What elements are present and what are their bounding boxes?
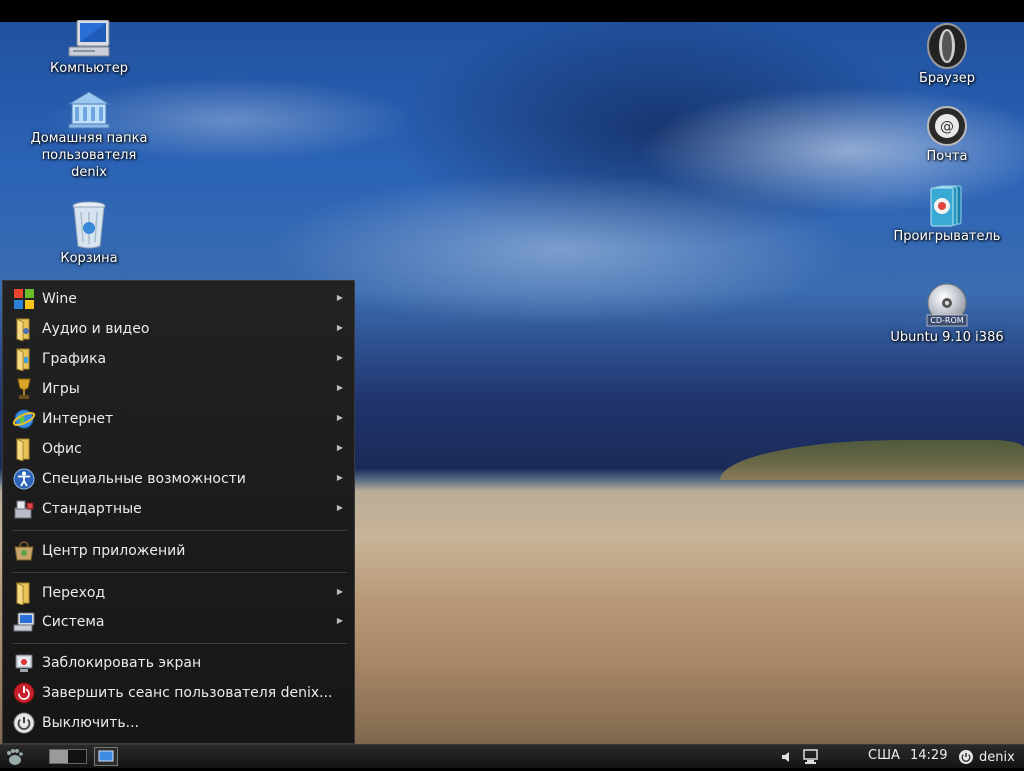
games-trophy-icon [12, 377, 36, 401]
menu-item-accessories[interactable]: Стандартные ▶ [3, 495, 354, 523]
submenu-arrow-icon: ▶ [336, 293, 343, 302]
folder-icon [12, 317, 36, 342]
menu-item-graphics[interactable]: Графика ▶ [3, 345, 354, 373]
submenu-arrow-icon: ▶ [336, 323, 343, 332]
desktop-icon-label: Браузер [919, 71, 975, 86]
desktop-icon-trash[interactable]: Корзина [14, 200, 164, 267]
menu-item-label: Графика [42, 351, 107, 367]
computer-icon [65, 19, 113, 60]
menu-separator [12, 643, 347, 644]
menu-item-shutdown[interactable]: Выключить... [3, 709, 354, 737]
workspace-2[interactable] [68, 750, 86, 763]
power-icon [12, 711, 36, 735]
menu-separator [12, 530, 347, 531]
menu-item-internet[interactable]: Интернет ▶ [3, 405, 354, 433]
top-black-bar [0, 0, 1024, 22]
desktop-icon [98, 750, 114, 762]
menu-item-audio-video[interactable]: Аудио и видео ▶ [3, 315, 354, 343]
menu-item-places[interactable]: Переход ▶ [3, 579, 354, 607]
menu-item-label: Завершить сеанс пользователя denix... [42, 685, 333, 701]
desktop-icon-label: Компьютер [50, 61, 128, 76]
folder-icon [12, 437, 36, 462]
desktop-icon-media-player[interactable]: Проигрыватель [872, 184, 1022, 245]
desktop-icon-browser[interactable]: Браузер [872, 22, 1022, 87]
menu-item-software-center[interactable]: Центр приложений [3, 537, 354, 565]
desktop-icon-label: Домашняя папка пользователя denix [30, 131, 148, 180]
menu-item-label: Заблокировать экран [42, 655, 202, 671]
workspace-1[interactable] [50, 750, 68, 763]
menu-item-wine[interactable]: Wine ▶ [3, 285, 354, 313]
network-icon[interactable] [802, 749, 820, 765]
menu-item-label: Специальные возможности [42, 471, 246, 487]
main-menu-button[interactable] [4, 747, 24, 767]
opera-icon [925, 22, 969, 70]
workspace-switcher[interactable] [49, 749, 87, 764]
folder-icon [12, 581, 36, 606]
svg-text:@: @ [940, 119, 954, 135]
submenu-arrow-icon: ▶ [336, 413, 343, 422]
submenu-arrow-icon: ▶ [336, 616, 343, 625]
mail-icon: @ [925, 104, 969, 148]
desktop-icon-label: Ubuntu 9.10 i386 [890, 330, 1004, 345]
submenu-arrow-icon: ▶ [336, 587, 343, 596]
desktop-icon-computer[interactable]: Компьютер [14, 19, 164, 77]
desktop-icon-home-folder[interactable]: Домашняя папка пользователя denix [14, 90, 164, 181]
cdrom-badge: CD-ROM [930, 316, 964, 325]
applications-menu: Wine ▶ Аудио и видео ▶ Графика ▶ Игры ▶ … [2, 280, 355, 744]
menu-item-lock-screen[interactable]: Заблокировать экран [3, 649, 354, 677]
user-name: denix [979, 749, 1015, 765]
menu-item-label: Система [42, 614, 105, 630]
desktop-icon-cdrom[interactable]: CD-ROM Ubuntu 9.10 i386 [872, 283, 1022, 346]
menu-item-label: Выключить... [42, 715, 139, 731]
accessories-icon [12, 497, 36, 521]
bottom-panel: США 14:29 denix [0, 744, 1024, 768]
menu-item-office[interactable]: Офис ▶ [3, 435, 354, 463]
menu-item-label: Переход [42, 585, 106, 601]
menu-item-label: Офис [42, 441, 82, 457]
keyboard-layout-indicator[interactable]: США [868, 748, 900, 763]
menu-item-label: Интернет [42, 411, 114, 427]
gnome-foot-icon [7, 749, 23, 765]
wine-icon [12, 287, 36, 311]
clock[interactable]: 14:29 [910, 748, 947, 763]
menu-item-accessibility[interactable]: Специальные возможности ▶ [3, 465, 354, 493]
menu-item-system[interactable]: Система ▶ [3, 608, 354, 636]
accessibility-icon [12, 467, 36, 491]
menu-item-label: Игры [42, 381, 80, 397]
user-switcher[interactable]: denix [958, 748, 1015, 766]
volume-icon[interactable] [780, 750, 794, 764]
cdrom-icon: CD-ROM [923, 283, 971, 329]
trash-icon [69, 200, 109, 250]
desktop-icon-mail[interactable]: @ Почта [872, 104, 1022, 165]
show-desktop-button[interactable] [94, 747, 118, 766]
menu-item-games[interactable]: Игры ▶ [3, 375, 354, 403]
desktop-icon-label: Проигрыватель [893, 229, 1001, 244]
logout-icon [12, 681, 36, 705]
home-folder-icon [67, 90, 111, 130]
system-icon [12, 610, 36, 634]
submenu-arrow-icon: ▶ [336, 383, 343, 392]
menu-item-label: Wine [42, 291, 77, 307]
menu-separator [12, 572, 347, 573]
submenu-arrow-icon: ▶ [336, 443, 343, 452]
menu-item-label: Стандартные [42, 501, 142, 517]
submenu-arrow-icon: ▶ [336, 353, 343, 362]
submenu-arrow-icon: ▶ [336, 473, 343, 482]
submenu-arrow-icon: ▶ [336, 503, 343, 512]
software-center-icon [12, 539, 36, 563]
lock-screen-icon [12, 651, 36, 675]
menu-item-label: Центр приложений [42, 543, 186, 559]
media-player-icon [925, 184, 969, 228]
menu-item-label: Аудио и видео [42, 321, 150, 337]
menu-item-logout[interactable]: Завершить сеанс пользователя denix... [3, 679, 354, 707]
desktop-icon-label: Почта [926, 149, 968, 164]
internet-globe-icon [12, 407, 36, 431]
desktop-icon-label: Корзина [60, 251, 118, 266]
power-icon [959, 750, 973, 764]
folder-icon [12, 347, 36, 372]
